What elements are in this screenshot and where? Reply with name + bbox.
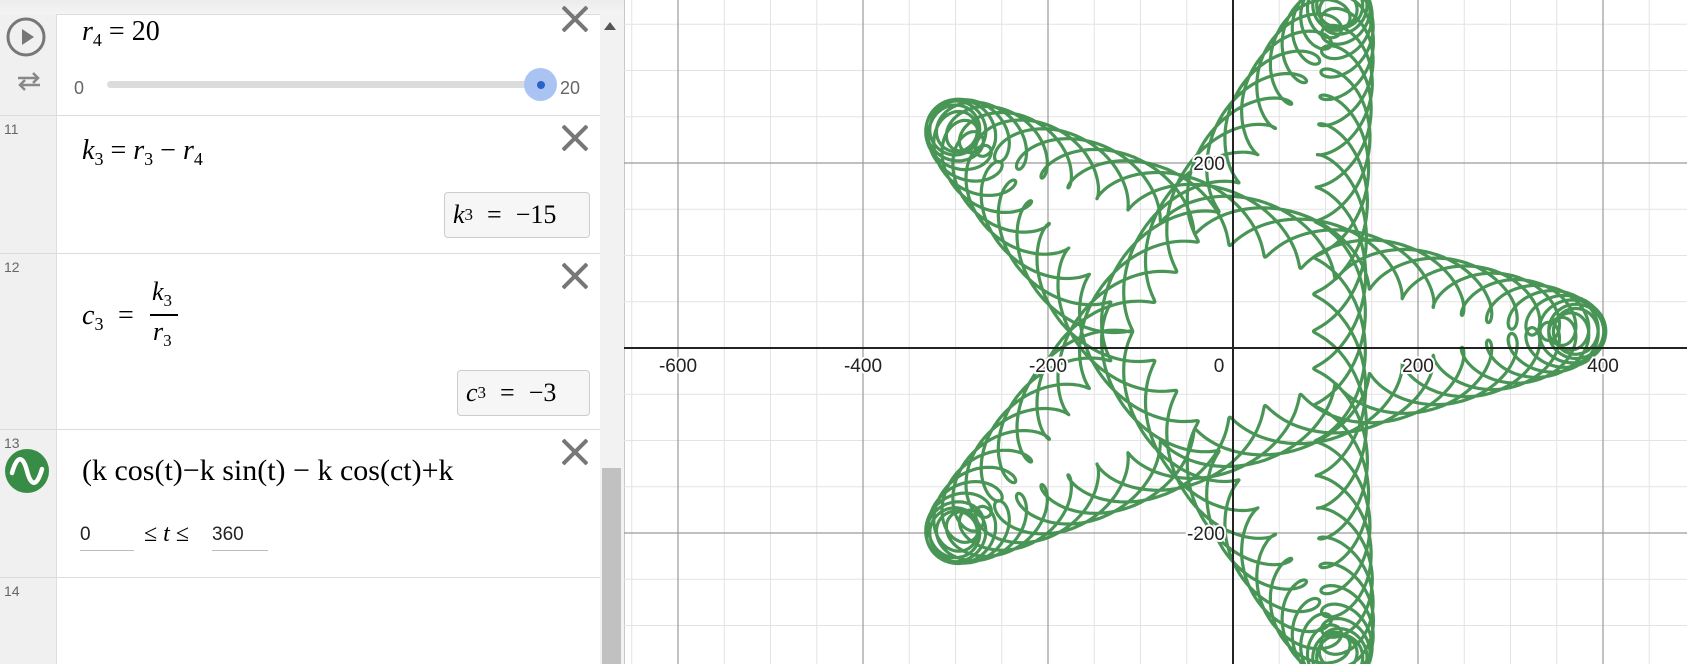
var-r: r	[182, 135, 194, 166]
expression-row-14[interactable]: 14	[0, 577, 600, 664]
x-tick-label: 200	[1402, 356, 1434, 377]
graph-paper[interactable]: -600 -400 -200 0 200 400 200 -200	[624, 0, 1687, 664]
evaluation-c3: c3 = −3	[457, 370, 590, 416]
result-sub: 3	[477, 383, 487, 402]
parametric-expression[interactable]: (k cos(t)−k sin(t) − k cos(ct)+k	[82, 451, 554, 501]
equals-sign: =	[110, 135, 127, 166]
result-value: −15	[515, 200, 557, 229]
slider-value: 20	[131, 16, 160, 47]
curve-color-toggle[interactable]	[5, 449, 49, 493]
minus-sign: −	[160, 135, 176, 166]
expression-list: r4 = 20 0 20 11 k3 = r3 − r4 k3 = −15 12…	[0, 0, 625, 664]
slider-track[interactable]	[107, 81, 542, 88]
evaluation-k3: k3 = −15	[444, 192, 590, 238]
sub: 3	[163, 291, 173, 310]
delete-row-13-button[interactable]	[560, 437, 590, 467]
loop-icon	[18, 72, 40, 91]
slider-expression[interactable]: r4 = 20	[82, 16, 160, 51]
leq-sign: ≤	[144, 521, 158, 547]
var-r: r	[82, 16, 93, 47]
delete-row-10-button[interactable]	[560, 4, 590, 34]
slider-max-label[interactable]: 20	[560, 78, 580, 99]
sub: 3	[163, 331, 172, 350]
result-var: k	[453, 200, 465, 229]
result-value: −3	[528, 378, 557, 407]
row-number: 12	[4, 259, 20, 275]
slider-handle[interactable]	[537, 81, 545, 89]
var-c: c	[82, 300, 95, 331]
delete-row-12-button[interactable]	[560, 261, 590, 291]
x-tick-label: -400	[844, 356, 882, 377]
expression-row-r4[interactable]: r4 = 20 0 20	[0, 14, 600, 116]
sub: 3	[144, 149, 154, 169]
expression-row-11[interactable]: 11 k3 = r3 − r4 k3 = −15	[0, 115, 600, 254]
sub: 4	[193, 149, 203, 169]
scrollbar-thumb[interactable]	[602, 468, 621, 664]
var-r: r	[133, 135, 145, 166]
expression-list-header	[0, 0, 624, 15]
play-button[interactable]	[6, 17, 46, 57]
row-number: 14	[4, 583, 20, 599]
fraction-bar	[150, 314, 178, 316]
x-tick-label: -200	[1029, 356, 1067, 377]
sine-wave-icon	[9, 457, 45, 485]
var-k: k	[82, 135, 95, 166]
loop-button[interactable]	[16, 70, 42, 92]
play-icon	[6, 17, 46, 57]
result-equals: =	[500, 378, 515, 407]
var-r: r	[153, 317, 164, 346]
domain-inequality: ≤ t ≤	[144, 521, 189, 548]
x-tick-label: 0	[1214, 356, 1225, 377]
slider-min-label[interactable]: 0	[74, 78, 84, 99]
x-tick-label: 400	[1587, 356, 1619, 377]
expression-c3-formula[interactable]: c3 = k3 r3	[82, 277, 202, 350]
parametric-formula: (k cos(t)−k sin(t) − k cos(ct)+k	[82, 454, 454, 487]
delete-row-11-button[interactable]	[560, 123, 590, 153]
result-var: c	[466, 378, 478, 407]
parametric-curve	[924, 0, 1608, 664]
sub-4: 4	[92, 30, 102, 50]
leq-sign: ≤	[175, 521, 190, 547]
expression-row-13[interactable]: 13 (k cos(t)−k sin(t) − k cos(ct)+k 0 ≤ t…	[0, 429, 600, 578]
row-number: 11	[4, 121, 19, 137]
t-min-input[interactable]: 0	[80, 524, 134, 551]
y-tick-label: 200	[1193, 154, 1225, 175]
sub: 3	[94, 149, 104, 169]
scroll-up-icon[interactable]	[604, 22, 616, 30]
t-max-input[interactable]: 360	[212, 524, 268, 551]
expression-row-12[interactable]: 12 c3 = k3 r3 c3 = −3	[0, 253, 600, 430]
equals-sign: =	[118, 300, 134, 331]
var-k: k	[152, 277, 164, 306]
var-t: t	[163, 521, 170, 547]
sub: 3	[94, 314, 104, 334]
result-sub: 3	[464, 205, 474, 224]
spirograph-path	[924, 0, 1608, 664]
result-equals: =	[487, 200, 502, 229]
expression-k3-formula[interactable]: k3 = r3 − r4	[82, 135, 203, 170]
y-tick-label: -200	[1187, 524, 1225, 545]
equals-sign: =	[108, 16, 125, 47]
x-tick-label: -600	[659, 356, 697, 377]
